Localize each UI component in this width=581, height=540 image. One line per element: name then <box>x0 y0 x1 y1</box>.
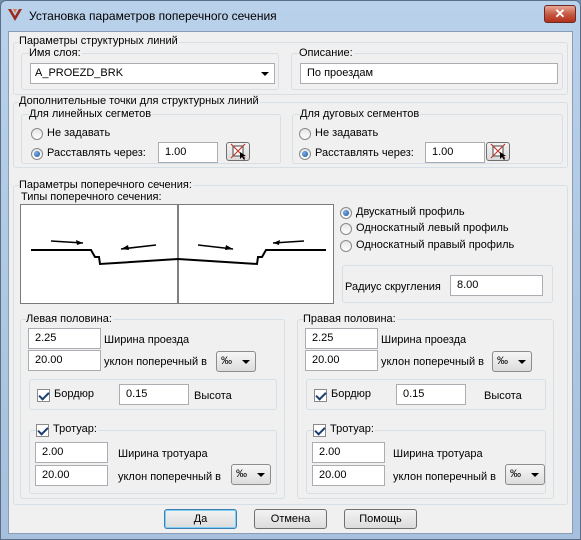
radio-dot <box>340 223 352 235</box>
radius-field[interactable]: 8.00 <box>450 275 543 296</box>
chevron-down-icon <box>242 360 250 364</box>
left-curb-height-label: Высота <box>194 390 232 402</box>
linear-interval-field[interactable]: 1.00 <box>158 142 218 163</box>
pick-point-icon <box>490 143 506 160</box>
left-curb-height-field[interactable]: 0.15 <box>119 384 189 405</box>
left-curb-label: Бордюр <box>54 388 94 400</box>
right-sidewalk-checkbox[interactable]: Тротуар: <box>313 423 375 438</box>
chevron-down-icon <box>531 473 539 477</box>
left-slope-field[interactable]: 20.00 <box>28 350 101 371</box>
linear-pick-button[interactable] <box>226 142 250 161</box>
close-icon: ✕ <box>554 6 566 21</box>
arc-pick-button[interactable] <box>486 142 510 161</box>
radio-dot-selected <box>299 148 311 160</box>
section-params-label: Параметры поперечного сечения: <box>19 179 193 191</box>
close-button[interactable]: ✕ <box>544 5 576 23</box>
section-types-label: Типы поперечного сечения: <box>21 191 162 203</box>
layer-name-value: A_PROEZD_BRK <box>35 67 124 79</box>
description-label: Описание: <box>299 47 354 59</box>
ok-button[interactable]: Да <box>164 509 237 529</box>
help-button[interactable]: Помощь <box>344 509 417 529</box>
radius-label: Радиус скругления <box>345 281 441 293</box>
chevron-down-icon <box>257 473 265 477</box>
right-sidewalk-width-field[interactable]: 2.00 <box>312 442 385 463</box>
left-road-width-label: Ширина проезда <box>104 334 190 346</box>
title-bar[interactable]: Установка параметров поперечного сечения… <box>1 1 580 31</box>
left-slope-unit-value: ‰ <box>221 355 232 367</box>
road-section-icon <box>8 9 22 21</box>
right-slope-label: уклон поперечный в <box>381 356 485 368</box>
left-sidewalk-label: Тротуар: <box>53 423 97 435</box>
left-sidewalk-slope-label: уклон поперечный в <box>118 471 222 483</box>
right-sidewalk-label: Тротуар: <box>330 423 374 435</box>
linear-none-label: Не задавать <box>47 127 111 139</box>
right-sidewalk-unit-value: ‰ <box>510 468 521 480</box>
left-road-width-field[interactable]: 2.25 <box>28 328 101 349</box>
right-sidewalk-unit-select[interactable]: ‰ <box>505 464 545 485</box>
right-sidewalk-slope-label: уклон поперечный в <box>393 471 497 483</box>
left-sidewalk-slope-field[interactable]: 20.00 <box>35 465 108 486</box>
profile-left-label: Односкатный левый профиль <box>356 222 509 234</box>
dialog-client-area: Параметры структурных линий Имя слоя: A_… <box>8 31 573 534</box>
description-field[interactable]: По проездам <box>300 63 558 84</box>
pick-point-icon <box>230 143 246 160</box>
section-profile-drawing <box>31 205 326 303</box>
radio-dot-selected <box>340 207 352 219</box>
linear-every-label: Расставлять через: <box>47 147 146 159</box>
right-curb-height-field[interactable]: 0.15 <box>396 384 466 405</box>
layer-name-combo[interactable]: A_PROEZD_BRK <box>30 63 275 84</box>
layer-name-label: Имя слоя: <box>29 47 82 59</box>
right-sidewalk-slope-field[interactable]: 20.00 <box>312 465 385 486</box>
chevron-down-icon <box>261 72 269 76</box>
profile-right-label: Односкатный правый профиль <box>356 239 515 251</box>
left-sidewalk-unit-value: ‰ <box>236 468 247 480</box>
arc-none-label: Не задавать <box>315 127 379 139</box>
checkbox-checked <box>37 389 50 402</box>
radio-dot <box>340 240 352 252</box>
left-sidewalk-width-field[interactable]: 2.00 <box>35 442 108 463</box>
right-slope-unit-select[interactable]: ‰ <box>492 351 532 372</box>
radio-dot <box>299 128 311 140</box>
profile-double-label: Двускатный профиль <box>356 206 465 218</box>
left-half-label: Левая половина: <box>26 313 113 325</box>
right-slope-field[interactable]: 20.00 <box>305 350 378 371</box>
left-sidewalk-unit-select[interactable]: ‰ <box>231 464 271 485</box>
chevron-down-icon <box>518 360 526 364</box>
structural-lines-group-label: Параметры структурных линий <box>19 35 179 47</box>
right-road-width-label: Ширина проезда <box>381 334 467 346</box>
dialog-window: Установка параметров поперечного сечения… <box>0 0 581 540</box>
checkbox-checked <box>313 424 326 437</box>
left-sidewalk-checkbox[interactable]: Тротуар: <box>36 423 98 438</box>
left-slope-label: уклон поперечный в <box>104 356 208 368</box>
cancel-button[interactable]: Отмена <box>254 509 327 529</box>
radio-dot <box>31 128 43 140</box>
right-curb-height-label: Высота <box>484 390 522 402</box>
right-curb-label: Бордюр <box>331 388 371 400</box>
left-slope-unit-select[interactable]: ‰ <box>216 351 256 372</box>
arc-every-label: Расставлять через: <box>315 147 414 159</box>
right-sidewalk-width-label: Ширина тротуара <box>393 448 483 460</box>
section-preview <box>20 204 334 304</box>
right-road-width-field[interactable]: 2.25 <box>305 328 378 349</box>
right-half-label: Правая половина: <box>303 313 397 325</box>
radio-dot-selected <box>31 148 43 160</box>
left-sidewalk-width-label: Ширина тротуара <box>118 448 208 460</box>
checkbox-checked <box>314 389 327 402</box>
checkbox-checked <box>36 424 49 437</box>
arc-interval-field[interactable]: 1.00 <box>425 142 485 163</box>
right-slope-unit-value: ‰ <box>497 355 508 367</box>
extra-points-group-label: Дополнительные точки для структурных лин… <box>19 95 260 107</box>
linear-segments-label: Для линейных сегметов <box>29 108 153 120</box>
window-title: Установка параметров поперечного сечения <box>29 9 277 23</box>
arc-segments-label: Для дуговых сегментов <box>300 108 421 120</box>
